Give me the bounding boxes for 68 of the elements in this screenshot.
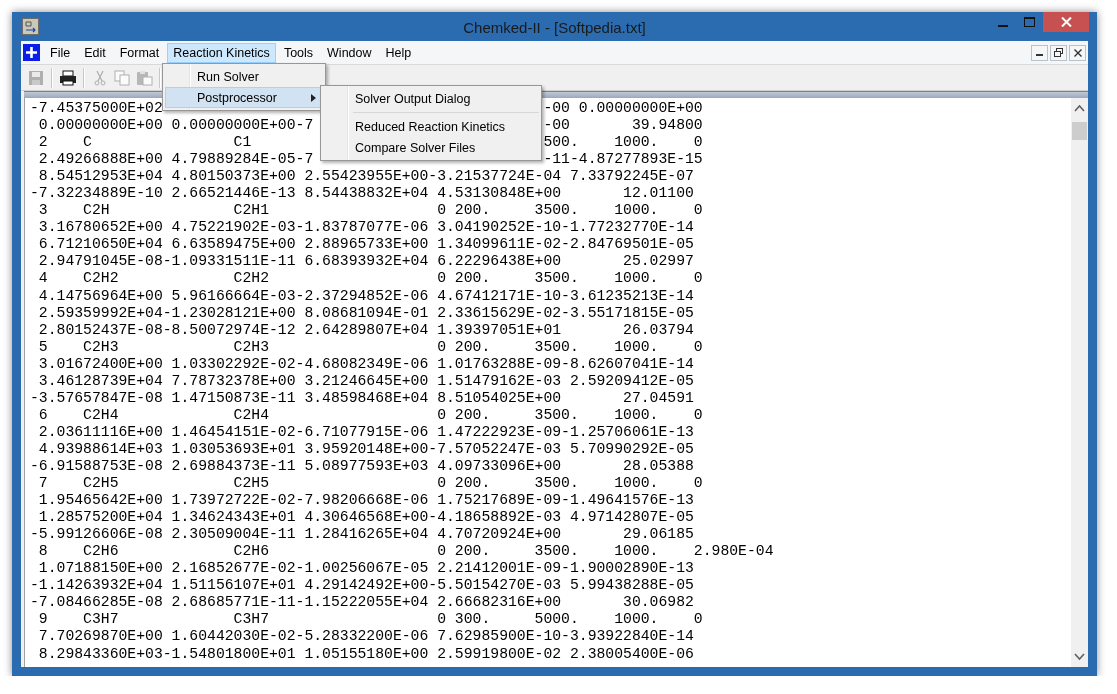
close-button[interactable]	[1069, 44, 1086, 61]
text-line: -7.32234889E-10 2.66521446E-13 8.54438832E+04 4.53130848E+00 12.01100	[30, 185, 694, 203]
text-line: -5.99126606E-08 2.30509004E-11 1.28416265E+04 4.70720924E+00 29.06185	[30, 526, 694, 544]
scissors-icon	[93, 69, 107, 86]
text-line: 1.95465642E+00 1.73972722E-02-7.98206668E-06 1.75217689E-09-1.49641576E-13	[37, 492, 694, 510]
text-line: 2.03611116E+00 1.46454151E-02-6.71077915E-06 1.47222923E-09-1.25706061E-13	[37, 423, 694, 441]
window-title: Chemked-II - [Softpedia.txt]	[463, 19, 646, 36]
text-line: 5 C2H3 C2H3 0 200. 3500. 1000. 0	[37, 338, 703, 356]
text-line: -6.91588753E-08 2.69884373E-11 5.08977593E+03 4.09733096E+00 28.05388	[30, 458, 694, 476]
text-line: 3 C2H C2H1 0 200. 3500. 1000. 0	[37, 202, 703, 220]
text-line: -7.45375000E+02	[30, 100, 163, 118]
menu-option[interactable]: Reduced Reaction Kinetics	[323, 116, 539, 137]
text-line: 2.59359992E+04-1.23028121E+00 8.08681094E-01 2.33615629E-02-3.55171815E-05	[37, 304, 694, 322]
restore-icon	[1054, 48, 1063, 57]
menu-item[interactable]: File	[44, 42, 77, 63]
text-line: 8.54512953E+04 4.80150373E+00 2.55423955E+00-3.21537724E-04 7.33792245E-07	[37, 168, 694, 186]
app-icon	[22, 18, 39, 35]
text-line: 3.16780652E+00 4.75221902E-03-1.83787077E-06 3.04190252E-10-1.77232770E-14	[37, 219, 694, 237]
text-line: -7.08466285E-08 2.68685771E-11-1.15222055E+04 2.66682316E+00 30.06982	[30, 594, 694, 612]
text-line: 1.07188150E+00 2.16852677E-02-1.00256067E-05 2.21412001E-09-1.90002890E-13	[37, 560, 694, 578]
menu-option[interactable]: Solver Output Dialog	[323, 88, 539, 109]
minimize-icon	[997, 24, 1008, 27]
text-line: 7 C2H5 C2H5 0 200. 3500. 1000. 0	[37, 475, 703, 493]
text-line: -00 39.94800	[543, 117, 703, 135]
copy-icon	[114, 69, 130, 86]
menu-item[interactable]: Tools	[277, 42, 320, 63]
menu-option[interactable]: Run Solver	[165, 66, 323, 87]
menu-item[interactable]: Window	[321, 42, 378, 63]
text-line: 2.94791045E-08-1.09331511E-11 6.68393932E+04 6.22296438E+00 25.02997	[37, 253, 694, 271]
scrollbar[interactable]	[1071, 98, 1088, 667]
text-line: -00 0.00000000E+00	[543, 100, 703, 118]
save-icon	[28, 69, 44, 86]
menu-item[interactable]: Reaction Kinetics	[167, 42, 276, 63]
text-line: 8 C2H6 C2H6 0 200. 3500. 1000. 2.980E-04	[37, 543, 774, 561]
scroll-down-icon[interactable]	[1074, 653, 1085, 661]
menu-item[interactable]: Help	[379, 42, 418, 63]
text-line: 500. 1000. 0	[543, 134, 703, 152]
menu-option[interactable]: Postprocessor	[165, 87, 323, 108]
close-icon	[1060, 17, 1072, 27]
text-line: 7.70269870E+00 1.60442030E-02-5.28332200E-06 7.62985900E-10-3.93922840E-14	[37, 628, 694, 646]
text-line: 2.80152437E-08-8.50072974E-12 2.64289807E+04 1.39397051E+01 26.03794	[37, 321, 694, 339]
text-line: 1.28575200E+04 1.34624343E+01 4.30646568E+00-4.18658892E-03 4.97142807E-05	[37, 509, 694, 527]
paste-icon	[135, 69, 153, 86]
menu-option[interactable]: Compare Solver Files	[323, 137, 539, 158]
menu-item[interactable]: Format	[113, 42, 166, 63]
printer-icon	[59, 69, 77, 86]
text-line: 4.14756964E+00 5.96166664E-03-2.37294852E-06 4.67412171E-10-3.61235213E-14	[37, 287, 694, 305]
text-line: 2.49266888E+00 4.79889284E-05-7	[37, 151, 314, 169]
minimize-button[interactable]	[1031, 44, 1048, 61]
text-line: -1.14263932E+04 1.51156107E+01 4.29142492E+00-5.50154270E-03 5.99438288E-05	[30, 577, 694, 595]
close-icon	[1073, 48, 1082, 57]
text-line: 4 C2H2 C2H2 0 200. 3500. 1000. 0	[37, 270, 703, 288]
text-line: 3.46128739E+04 7.78732378E+00 3.21246645E+00 1.51479162E-03 2.59209412E-05	[37, 372, 694, 390]
menu-item[interactable]: Edit	[78, 42, 112, 63]
text-line: 4.93988614E+03 1.03053693E+01 3.95920148E+00-7.57052247E-03 5.70990292E-05	[37, 440, 694, 458]
scroll-up-icon[interactable]	[1074, 104, 1085, 112]
text-line: 6 C2H4 C2H4 0 200. 3500. 1000. 0	[37, 406, 703, 424]
text-line: -3.57657847E-08 1.47150873E-11 3.48598468E+04 8.51054025E+00 27.04591	[30, 389, 694, 407]
maximize-icon	[1024, 17, 1035, 27]
text-line: -11-4.87277893E-15	[543, 151, 703, 169]
text-line: 6.71210650E+04 6.63589475E+00 2.88965733E+00 1.34099611E-02-2.84769501E-05	[37, 236, 694, 254]
text-line: 0.00000000E+00 0.00000000E+00-7	[37, 117, 314, 135]
text-line: 3.01672400E+00 1.03302292E-02-4.68082349E-06 1.01763288E-09-8.62607041E-14	[37, 355, 694, 373]
restore-button[interactable]	[1050, 44, 1067, 61]
text-line: 9 C3H7 C3H7 0 300. 5000. 1000. 0	[37, 611, 703, 629]
scroll-thumb[interactable]	[1072, 122, 1087, 140]
text-line: 8.29843360E+03-1.54801800E+01 1.05155180E+00 2.59919800E-02 2.38005400E-06	[37, 645, 694, 663]
text-line: 2 C C1	[37, 134, 252, 152]
